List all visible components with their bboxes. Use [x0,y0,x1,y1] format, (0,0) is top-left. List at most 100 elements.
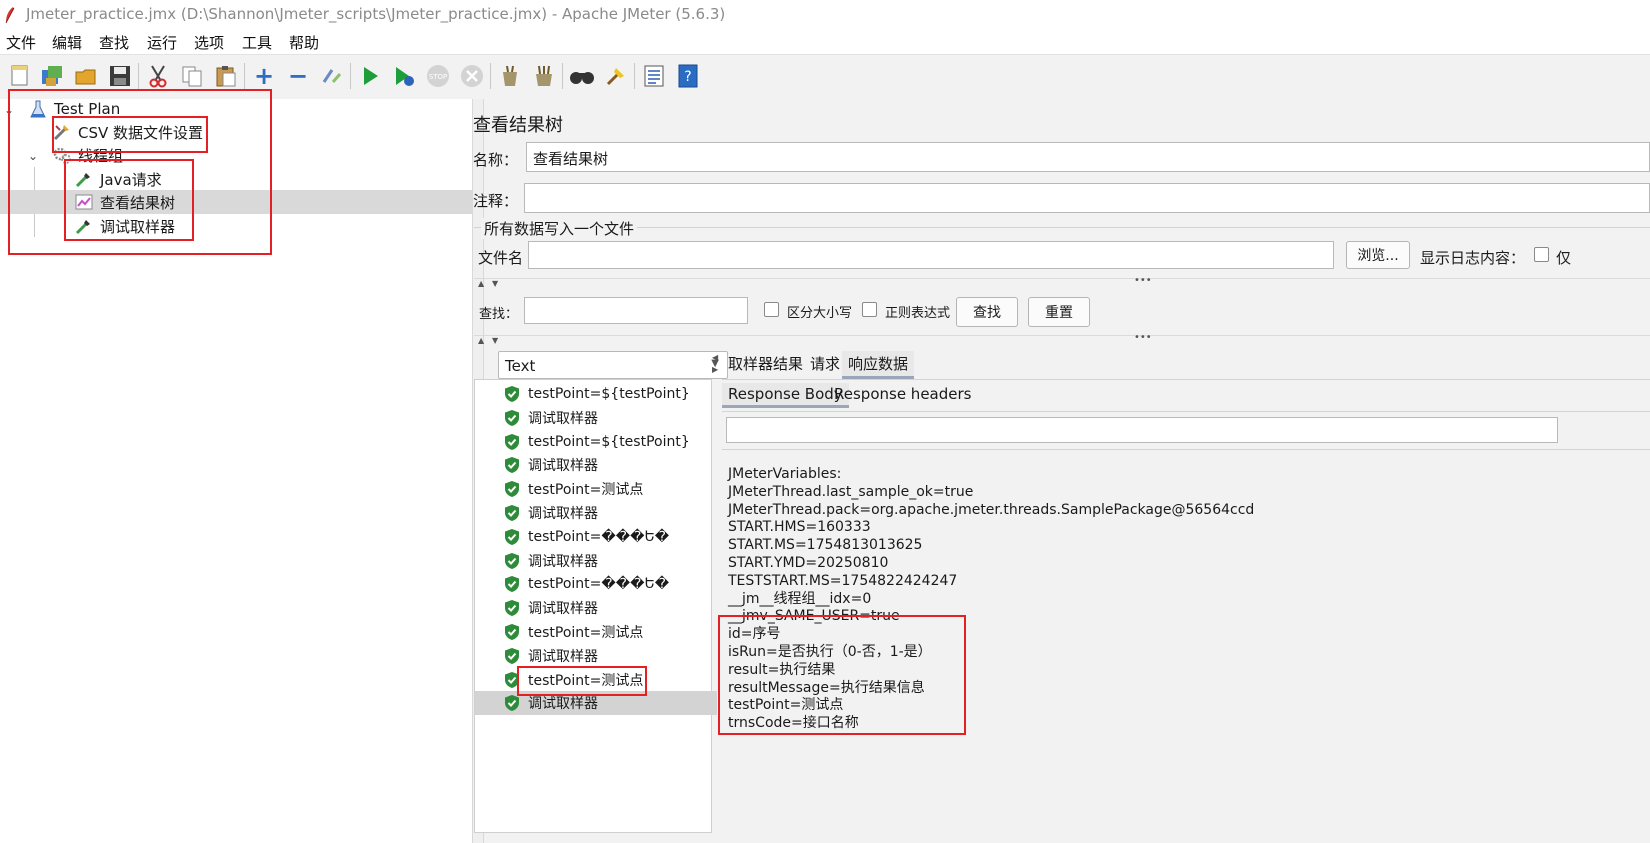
result-item[interactable]: 调试取样器 [475,406,717,430]
result-label: 调试取样器 [528,601,598,618]
start-icon[interactable] [356,61,384,91]
clear-icon[interactable] [496,61,524,91]
open-icon[interactable] [72,61,100,91]
search-icon[interactable] [568,61,596,91]
result-item[interactable]: 调试取样器 [475,549,717,573]
name-label: 名称： [473,151,519,169]
success-shield-icon [505,624,519,640]
menu-search[interactable]: 查找 [99,32,129,53]
renderer-select[interactable]: Text ▼ [498,351,728,379]
result-item[interactable]: testPoint=���Ե� [475,525,717,549]
result-item[interactable]: testPoint=测试点 [475,477,717,501]
results-list: testPoint=${testPoint} 调试取样器 testPoint=${t… [474,379,717,833]
tab-sampler-result[interactable]: 取样器结果 [722,351,809,376]
write-all-label: 所有数据写入一个文件 [481,218,638,239]
save-icon[interactable] [106,61,134,91]
reset-button[interactable]: 重置 [1028,297,1090,327]
jmeter-feather-icon [5,7,15,24]
result-label: 调试取样器 [528,506,598,522]
menu-tools[interactable]: 工具 [242,32,272,53]
result-item[interactable]: testPoint=测试点 [475,620,717,644]
horizontal-splitter[interactable] [474,278,1650,287]
tab-request[interactable]: 请求 [804,351,846,376]
comment-label: 注释： [473,192,519,210]
success-shield-icon [505,386,519,402]
result-item[interactable]: 调试取样器 [475,596,717,620]
result-label: testPoint=${testPoint} [528,433,690,450]
regex-checkbox[interactable] [862,302,877,317]
result-item[interactable]: testPoint=${testPoint} [475,430,717,454]
menu-file[interactable]: 文件 [6,32,36,53]
result-item[interactable]: testPoint=���Ե� [475,572,717,596]
collapse-up-icon[interactable]: ▲ [478,336,484,345]
filename-input[interactable] [528,241,1334,269]
stop-icon[interactable]: STOP [424,61,452,91]
function-helper-icon[interactable] [640,61,668,91]
copy-icon[interactable] [178,61,206,91]
success-shield-icon [505,409,519,426]
collapse-down-icon[interactable]: ▼ [492,279,498,288]
reset-search-icon[interactable] [602,61,630,91]
result-label: testPoint=���Ե� [528,528,670,545]
collapse-down-icon[interactable]: ▼ [492,336,498,345]
response-line: TESTSTART.MS=1754822424247 [728,572,958,589]
menu-run[interactable]: 运行 [147,32,177,53]
clear-all-icon[interactable] [530,61,558,91]
success-shield-icon [505,481,519,498]
annotation-box [52,116,208,153]
horizontal-splitter[interactable] [474,335,1650,344]
response-area: 取样器结果 请求 响应数据 Response Body Response hea… [718,347,1650,843]
annotation-box [517,665,647,696]
success-shield-icon [505,457,519,474]
help-icon[interactable]: ? [674,61,702,91]
success-shield-icon [505,600,519,617]
expand-icon[interactable]: + [250,61,278,91]
result-item[interactable]: 调试取样器 [475,453,717,477]
cut-icon[interactable] [144,61,172,91]
result-label: testPoint=测试点 [528,482,644,499]
browse-button[interactable]: 浏览... [1346,241,1410,269]
renderer-selected: Text [505,357,536,375]
result-item[interactable]: testPoint=${testPoint} [475,382,717,406]
result-item[interactable]: 调试取样器 [475,501,717,525]
regex-label: 正则表达式 [885,306,951,321]
tab-response-data[interactable]: 响应数据 [842,351,915,379]
log-contents-label: 显示日志内容： [1420,249,1526,267]
collapse-up-icon[interactable]: ▲ [478,279,484,288]
shutdown-icon[interactable] [458,61,486,91]
search-label: 查找： [479,307,519,322]
name-input[interactable]: 查看结果树 [526,142,1650,172]
find-button[interactable]: 查找 [956,297,1018,327]
success-shield-icon [505,695,519,712]
view-results-tree-panel: 查看结果树 名称： 查看结果树 注释： 所有数据写入一个文件 文件名 浏览...… [473,99,1650,843]
response-search-input[interactable] [726,417,1558,443]
title-bar: Jmeter_practice.jmx (D:\Shannon\Jmeter_s… [0,0,1650,30]
result-label: testPoint=���Ե� [528,576,670,593]
search-input[interactable] [524,297,748,324]
templates-icon[interactable] [38,61,66,91]
menu-options[interactable]: 选项 [194,32,224,53]
start-no-pause-icon[interactable] [390,61,418,91]
result-label: 调试取样器 [528,553,598,570]
paste-icon[interactable] [212,61,240,91]
menu-bar: 文件 编辑 查找 运行 选项 工具 帮助 [0,30,1650,54]
menu-edit[interactable]: 编辑 [52,32,82,53]
response-line: JMeterThread.last_sample_ok=true [728,483,974,500]
response-line: JMeterVariables: [728,466,842,482]
filename-label: 文件名 [478,249,524,267]
result-item[interactable]: 调试取样器 [475,644,717,668]
case-sensitive-checkbox[interactable] [764,302,779,317]
list-splitter[interactable]: ◀ ▶ [712,351,720,843]
subtab-response-headers[interactable]: Response headers [828,383,977,405]
comment-input[interactable] [524,183,1650,213]
result-label: 调试取样器 [528,410,598,427]
annotation-box [718,615,966,735]
toggle-icon[interactable] [318,61,346,91]
errors-only-checkbox[interactable] [1534,247,1549,262]
success-shield-icon [505,647,519,664]
panel-title: 查看结果树 [473,115,563,136]
new-icon[interactable] [6,61,34,91]
collapse-icon[interactable]: − [284,61,312,91]
menu-help[interactable]: 帮助 [289,32,319,53]
result-label: 调试取样器 [528,696,598,713]
